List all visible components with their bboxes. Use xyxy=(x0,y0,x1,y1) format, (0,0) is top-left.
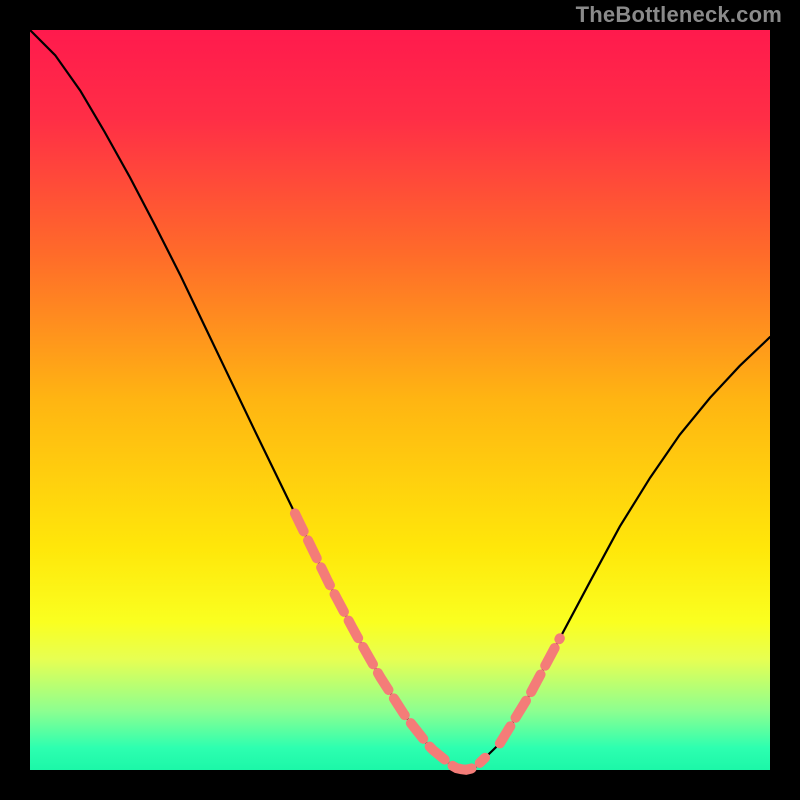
bottleneck-chart xyxy=(0,0,800,800)
chart-frame: TheBottleneck.com xyxy=(0,0,800,800)
plot-background xyxy=(30,30,770,770)
